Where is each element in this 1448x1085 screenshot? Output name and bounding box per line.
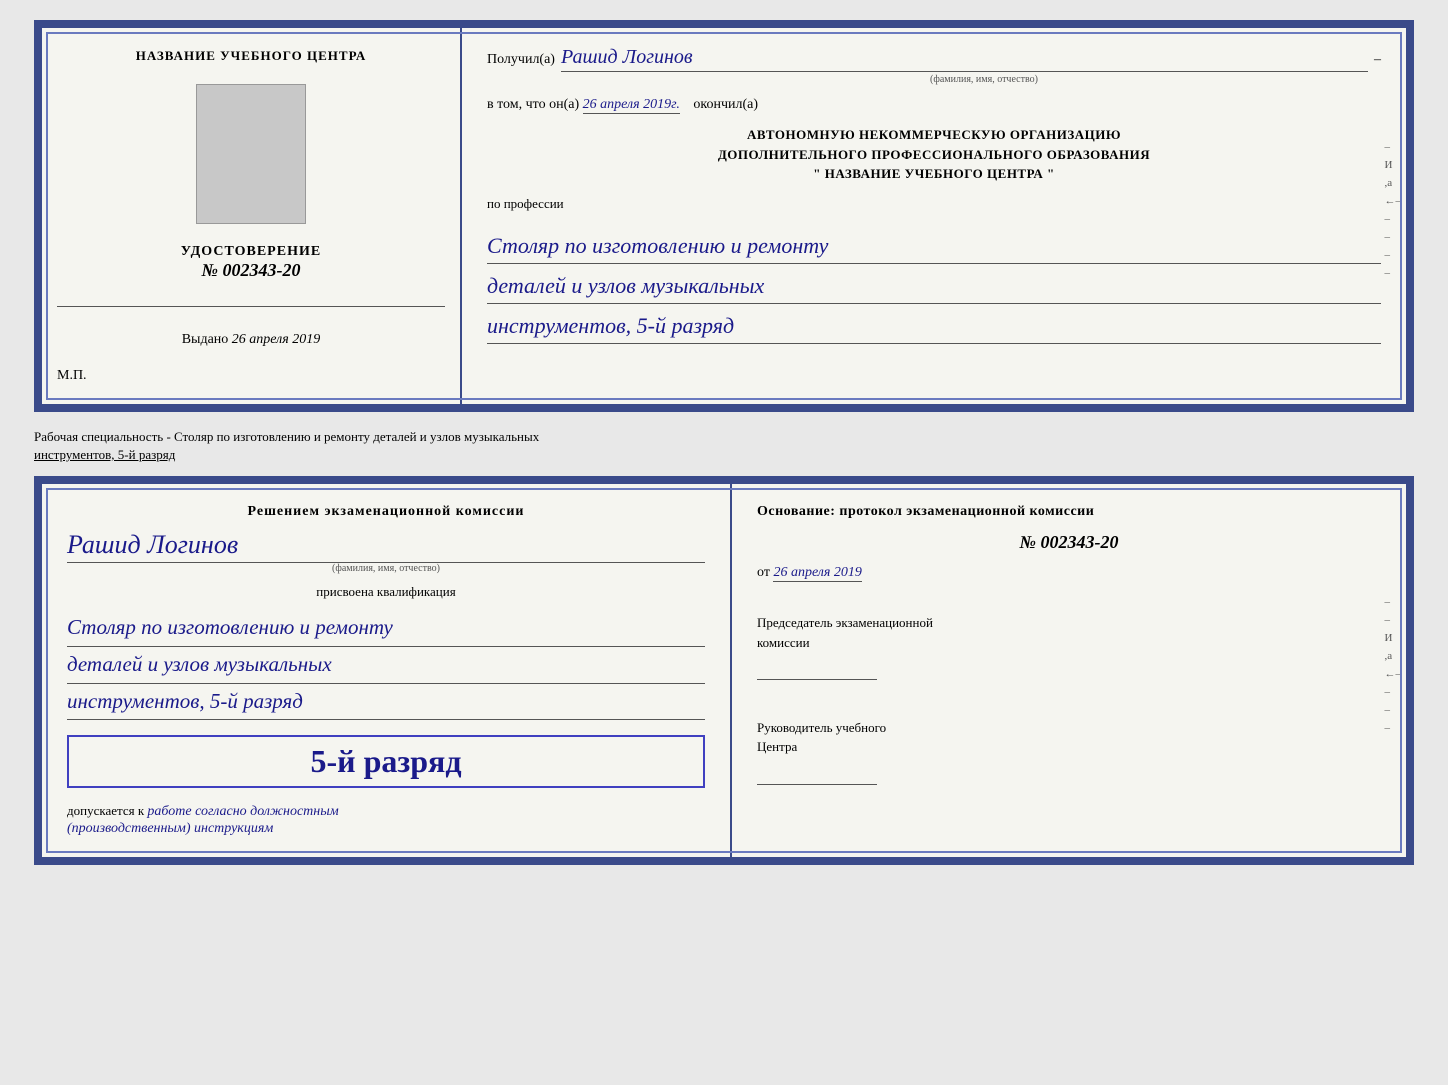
dopuskaetsya-block: допускается к работе согласно должностны… [67, 803, 705, 837]
side-deco-top: – И ,а ←– – – – – [1385, 141, 1402, 279]
photo-placeholder [196, 84, 306, 224]
prisvoena-label: присвоена квалификация [67, 584, 705, 600]
rank-box: 5-й разряд [67, 735, 705, 788]
rank-label: 5-й разряд [79, 743, 693, 780]
qual-line1: Столяр по изготовлению и ремонту [67, 610, 705, 647]
osnovanie-title: Основание: протокол экзаменационной коми… [757, 504, 1381, 520]
org-line3: " НАЗВАНИЕ УЧЕБНОГО ЦЕНТРА " [487, 164, 1381, 184]
po-professii: по профессии [487, 196, 1381, 212]
rukovoditel-line1: Руководитель учебного [757, 718, 1381, 738]
dash: – [1374, 52, 1381, 68]
ot-label: от [757, 565, 770, 580]
bottom-recipient-name: Рашид Логинов [67, 530, 705, 563]
predsedatel-line1: Председатель экзаменационной [757, 613, 1381, 633]
rukovoditel-block: Руководитель учебного Центра [757, 718, 1381, 791]
vydano-label: Выдано [182, 332, 229, 347]
org-block: АВТОНОМНУЮ НЕКОММЕРЧЕСКУЮ ОРГАНИЗАЦИЮ ДО… [487, 125, 1381, 184]
org-line1: АВТОНОМНУЮ НЕКОММЕРЧЕСКУЮ ОРГАНИЗАЦИЮ [487, 125, 1381, 145]
vydano-block: Выдано 26 апреля 2019 [182, 332, 321, 348]
profession-line3: инструментов, 5-й разряд [487, 308, 1381, 344]
udostoverenie-number: № 002343-20 [181, 260, 321, 281]
udostoverenie-block: УДОСТОВЕРЕНИЕ № 002343-20 [181, 244, 321, 281]
bottom-document: Решением экзаменационной комиссии Рашид … [34, 476, 1414, 865]
vtom-label: в том, что он(а) [487, 97, 579, 112]
ot-date: от 26 апреля 2019 [757, 565, 1381, 581]
top-left-panel: НАЗВАНИЕ УЧЕБНОГО ЦЕНТРА УДОСТОВЕРЕНИЕ №… [42, 28, 462, 404]
qual-line3: инструментов, 5-й разряд [67, 684, 705, 721]
recipient-name-top: Рашид Логинов [561, 46, 1368, 72]
dopuskaetsya-text: работе согласно должностным [147, 804, 338, 819]
date-completed: 26 апреля 2019г. [583, 97, 680, 114]
poluchil-row: Получил(а) Рашид Логинов – [487, 46, 1381, 72]
qual-line2: деталей и узлов музыкальных [67, 647, 705, 684]
separator-line2: инструментов, 5-й разряд [34, 447, 175, 462]
top-center-title: НАЗВАНИЕ УЧЕБНОГО ЦЕНТРА [136, 48, 367, 64]
predsedatel-sign-line [757, 660, 877, 680]
profession-block: Столяр по изготовлению и ремонту деталей… [487, 224, 1381, 345]
udostoverenie-title: УДОСТОВЕРЕНИЕ [181, 244, 321, 260]
predsedatel-block: Председатель экзаменационной комиссии [757, 613, 1381, 686]
rukovoditel-line2: Центра [757, 737, 1381, 757]
fio-label-top: (фамилия, имя, отчество) [587, 74, 1381, 85]
side-deco-bottom: – – И ,а ←– – – – [1385, 596, 1402, 734]
protocol-number: № 002343-20 [757, 532, 1381, 553]
bottom-recipient-block: Рашид Логинов (фамилия, имя, отчество) [67, 530, 705, 574]
vydano-date: 26 апреля 2019 [232, 332, 320, 347]
protocol-date: 26 апреля 2019 [773, 565, 861, 582]
poluchil-label: Получил(а) [487, 52, 555, 68]
profession-line1: Столяр по изготовлению и ремонту [487, 228, 1381, 264]
qualification-block: Столяр по изготовлению и ремонту деталей… [67, 610, 705, 720]
mp-label: М.П. [57, 368, 87, 384]
separator-text: Рабочая специальность - Столяр по изгото… [34, 422, 1414, 466]
profession-line2: деталей и узлов музыкальных [487, 268, 1381, 304]
predsedatel-line2: комиссии [757, 633, 1381, 653]
po-professii-label: по профессии [487, 196, 564, 211]
top-document: НАЗВАНИЕ УЧЕБНОГО ЦЕНТРА УДОСТОВЕРЕНИЕ №… [34, 20, 1414, 412]
org-line2: ДОПОЛНИТЕЛЬНОГО ПРОФЕССИОНАЛЬНОГО ОБРАЗО… [487, 145, 1381, 165]
top-right-panel: Получил(а) Рашид Логинов – (фамилия, имя… [462, 28, 1406, 404]
okonchil-label: окончил(а) [693, 97, 758, 112]
bottom-left-panel: Решением экзаменационной комиссии Рашид … [42, 484, 732, 857]
vtom-row: в том, что он(а) 26 апреля 2019г. окончи… [487, 97, 1381, 113]
separator-line1: Рабочая специальность - Столяр по изгото… [34, 429, 539, 444]
dopuskaetsya-text2: (производственным) инструкциям [67, 821, 273, 836]
bottom-right-panel: Основание: протокол экзаменационной коми… [732, 484, 1406, 857]
rukovoditel-sign-line [757, 765, 877, 785]
bottom-fio-label: (фамилия, имя, отчество) [67, 563, 705, 574]
dopuskaetsya-label: допускается к [67, 803, 144, 818]
resheniem-title: Решением экзаменационной комиссии [67, 504, 705, 520]
divider-line-1 [57, 306, 445, 307]
